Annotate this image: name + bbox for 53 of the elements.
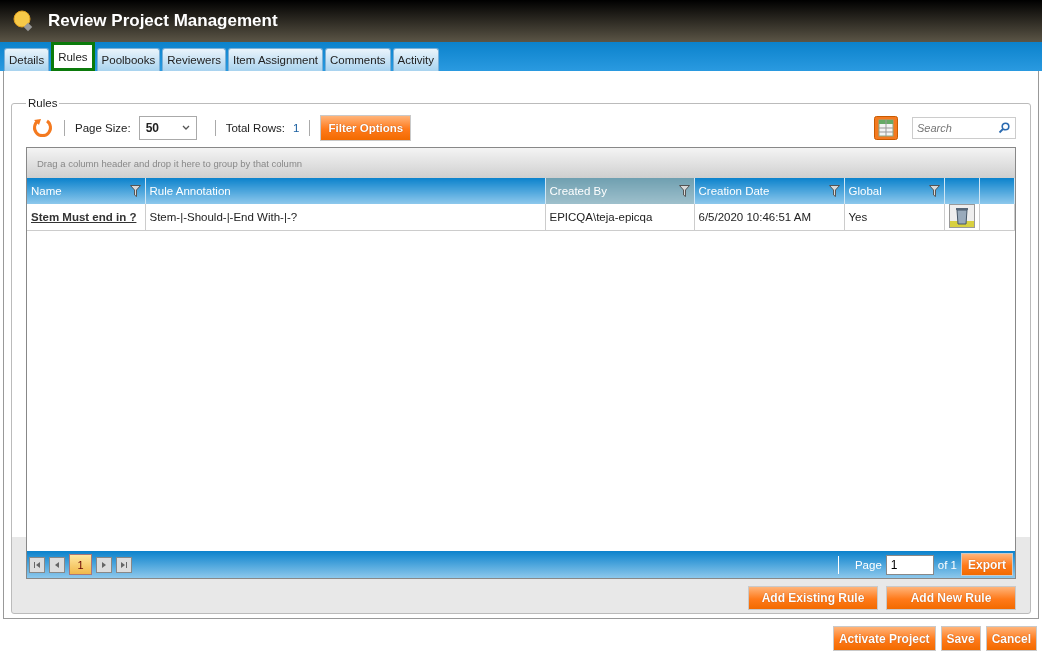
footer-button[interactable]: Cancel — [985, 626, 1037, 651]
page-label: Page — [854, 558, 882, 571]
filter-options-button[interactable]: Filter Options — [320, 115, 412, 141]
action-button[interactable]: Add New Rule — [886, 586, 1016, 610]
column-header[interactable]: Created By — [545, 178, 694, 204]
tab[interactable]: Rules — [51, 42, 95, 71]
tab[interactable]: Reviewers — [162, 48, 226, 71]
footer-button[interactable]: Activate Project — [832, 626, 936, 651]
tab[interactable]: Poolbooks — [96, 48, 161, 71]
total-rows-count: 1 — [293, 122, 300, 134]
filter-icon[interactable] — [129, 185, 141, 197]
action-button[interactable]: Add Existing Rule — [748, 586, 878, 610]
caret-icon — [181, 125, 190, 131]
table-cell: EPICQA\teja-epicqa — [545, 204, 694, 231]
filter-icon[interactable] — [678, 185, 690, 197]
table-cell: Yes — [844, 204, 944, 231]
table-cell: 6/5/2020 10:46:51 AM — [694, 204, 844, 231]
group-by-hint: Drag a column header and drop it here to group by that column — [37, 157, 303, 169]
page-size-label: Page Size: — [75, 122, 131, 134]
tab[interactable]: Details — [4, 48, 50, 71]
rule-name-link[interactable]: Stem Must end in ? — [31, 211, 137, 223]
window-title: Review Project Management — [48, 11, 278, 31]
export-button[interactable]: Export — [961, 553, 1013, 576]
search-field[interactable]: Search — [912, 117, 1016, 139]
section-legend: Rules — [26, 97, 60, 109]
column-header[interactable]: Creation Date — [694, 178, 844, 204]
first-page-icon — [33, 560, 41, 569]
tab[interactable]: Item Assignment — [227, 48, 323, 71]
footer-button[interactable]: Save — [940, 626, 981, 651]
search-icon[interactable] — [998, 122, 1010, 134]
column-header[interactable]: Name — [27, 178, 145, 204]
page-number-button[interactable]: 1 — [69, 554, 92, 575]
spreadsheet-icon[interactable] — [874, 116, 898, 140]
previous-page-icon — [53, 560, 61, 569]
first-page-button[interactable] — [29, 556, 45, 573]
filter-icon[interactable] — [828, 185, 840, 197]
tab[interactable]: Activity — [392, 48, 439, 71]
page-number-field[interactable]: 1 — [885, 554, 934, 575]
tab[interactable]: Comments — [325, 48, 391, 71]
filter-icon[interactable] — [928, 185, 940, 197]
column-header[interactable]: Global — [844, 178, 944, 204]
refresh-icon[interactable] — [32, 117, 54, 139]
last-page-button[interactable] — [116, 556, 132, 573]
column-header[interactable]: Rule Annotation — [145, 178, 545, 204]
next-page-icon — [100, 560, 108, 569]
table-cell: Stem-|-Should-|-End With-|-? — [145, 204, 545, 231]
previous-page-button[interactable] — [49, 556, 65, 573]
last-page-icon — [120, 560, 128, 569]
page-size-dropdown[interactable]: 50 — [138, 116, 197, 140]
total-rows-label: Total Rows: — [225, 122, 286, 134]
page-count-label: of 1 — [937, 558, 957, 571]
next-page-button[interactable] — [96, 556, 112, 573]
trash-icon[interactable] — [948, 204, 975, 228]
